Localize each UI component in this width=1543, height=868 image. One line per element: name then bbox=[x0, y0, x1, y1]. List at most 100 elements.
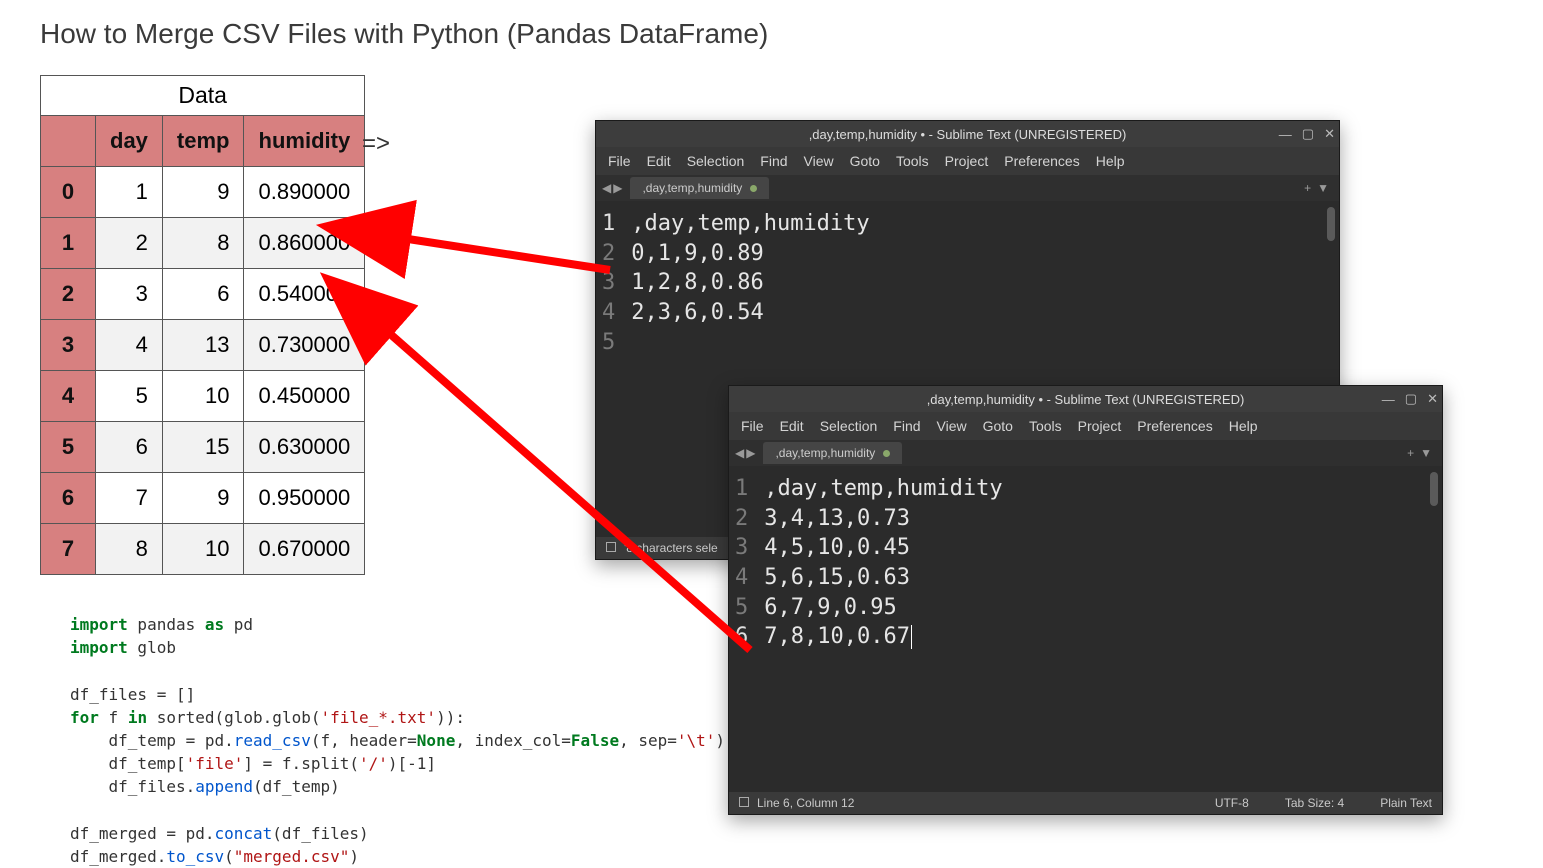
close-icon[interactable]: ✕ bbox=[1427, 391, 1438, 407]
cell-humidity: 0.860000 bbox=[244, 218, 365, 269]
cell-day: 5 bbox=[96, 371, 163, 422]
code-line: 5,6,15,0.63 bbox=[764, 563, 1002, 593]
table-caption: Data bbox=[40, 75, 365, 115]
line-number: 3 bbox=[602, 268, 615, 298]
scrollbar[interactable] bbox=[1428, 466, 1440, 792]
cell-temp: 10 bbox=[162, 371, 244, 422]
table-row: 6 7 9 0.950000 bbox=[41, 473, 365, 524]
menubar: File Edit Selection Find View Goto Tools Projec… bbox=[596, 147, 1339, 175]
tab-menu-icon[interactable]: ▼ bbox=[1420, 446, 1432, 460]
menu-goto[interactable]: Goto bbox=[983, 418, 1013, 434]
table-row: 4 5 10 0.450000 bbox=[41, 371, 365, 422]
status-square-icon bbox=[739, 797, 749, 807]
cell-day: 2 bbox=[96, 218, 163, 269]
cell-temp: 6 bbox=[162, 269, 244, 320]
editor-area[interactable]: 123456 ,day,temp,humidity3,4,13,0.734,5,… bbox=[729, 466, 1442, 792]
cell-day: 3 bbox=[96, 269, 163, 320]
menu-file[interactable]: File bbox=[608, 153, 631, 169]
cell-temp: 15 bbox=[162, 422, 244, 473]
line-number: 4 bbox=[602, 298, 615, 328]
file-tab[interactable]: ,day,temp,humidity bbox=[763, 442, 902, 464]
code-line: 3,4,13,0.73 bbox=[764, 504, 1002, 534]
cell-humidity: 0.540000 bbox=[244, 269, 365, 320]
status-indent[interactable]: Tab Size: 4 bbox=[1285, 796, 1344, 810]
tabbar: ◀▶ ,day,temp,humidity + ▼ bbox=[596, 175, 1339, 201]
tab-menu-icon[interactable]: ▼ bbox=[1317, 181, 1329, 195]
status-encoding[interactable]: UTF-8 bbox=[1215, 796, 1249, 810]
menu-selection[interactable]: Selection bbox=[687, 153, 745, 169]
menu-project[interactable]: Project bbox=[945, 153, 989, 169]
menu-goto[interactable]: Goto bbox=[850, 153, 880, 169]
row-index: 2 bbox=[41, 269, 96, 320]
menu-view[interactable]: View bbox=[804, 153, 834, 169]
row-index: 1 bbox=[41, 218, 96, 269]
titlebar[interactable]: ,day,temp,humidity • - Sublime Text (UNR… bbox=[596, 121, 1339, 147]
table-corner bbox=[41, 116, 96, 167]
menu-find[interactable]: Find bbox=[760, 153, 787, 169]
menu-file[interactable]: File bbox=[741, 418, 764, 434]
row-index: 5 bbox=[41, 422, 96, 473]
menu-edit[interactable]: Edit bbox=[647, 153, 671, 169]
status-left: Line 6, Column 12 bbox=[757, 796, 854, 810]
unsaved-dot-icon bbox=[750, 185, 757, 192]
code-line: 4,5,10,0.45 bbox=[764, 533, 1002, 563]
cell-humidity: 0.730000 bbox=[244, 320, 365, 371]
line-number: 1 bbox=[602, 209, 615, 239]
table-row: 1 2 8 0.860000 bbox=[41, 218, 365, 269]
menu-help[interactable]: Help bbox=[1096, 153, 1125, 169]
cell-humidity: 0.670000 bbox=[244, 524, 365, 575]
status-syntax[interactable]: Plain Text bbox=[1380, 796, 1432, 810]
window-title: ,day,temp,humidity • - Sublime Text (UNR… bbox=[927, 392, 1245, 407]
line-number: 4 bbox=[735, 563, 748, 593]
minimize-icon[interactable]: — bbox=[1382, 392, 1395, 407]
code-line: ,day,temp,humidity bbox=[764, 474, 1002, 504]
col-temp: temp bbox=[162, 116, 244, 167]
line-number: 1 bbox=[735, 474, 748, 504]
menu-preferences[interactable]: Preferences bbox=[1004, 153, 1079, 169]
col-day: day bbox=[96, 116, 163, 167]
close-icon[interactable]: ✕ bbox=[1324, 126, 1335, 142]
menu-selection[interactable]: Selection bbox=[820, 418, 878, 434]
new-tab-icon[interactable]: + bbox=[1407, 446, 1414, 460]
cell-temp: 10 bbox=[162, 524, 244, 575]
tab-next-icon[interactable]: ▶ bbox=[613, 181, 622, 195]
tab-prev-icon[interactable]: ◀ bbox=[602, 181, 611, 195]
line-number: 3 bbox=[735, 533, 748, 563]
table-row: 2 3 6 0.540000 bbox=[41, 269, 365, 320]
tab-prev-icon[interactable]: ◀ bbox=[735, 446, 744, 460]
menu-find[interactable]: Find bbox=[893, 418, 920, 434]
line-number: 2 bbox=[602, 239, 615, 269]
line-number: 2 bbox=[735, 504, 748, 534]
python-code-snippet: import pandas as pd import glob df_files… bbox=[70, 613, 725, 868]
menu-view[interactable]: View bbox=[937, 418, 967, 434]
page-title: How to Merge CSV Files with Python (Pand… bbox=[40, 18, 768, 50]
menubar: File Edit Selection Find View Goto Tools Projec… bbox=[729, 412, 1442, 440]
cell-day: 1 bbox=[96, 167, 163, 218]
table-row: 0 1 9 0.890000 bbox=[41, 167, 365, 218]
menu-help[interactable]: Help bbox=[1229, 418, 1258, 434]
maximize-icon[interactable]: ▢ bbox=[1302, 126, 1314, 142]
code-line: ,day,temp,humidity bbox=[631, 209, 869, 239]
file-tab[interactable]: ,day,temp,humidity bbox=[630, 177, 769, 199]
minimize-icon[interactable]: — bbox=[1279, 127, 1292, 142]
window-title: ,day,temp,humidity • - Sublime Text (UNR… bbox=[809, 127, 1127, 142]
new-tab-icon[interactable]: + bbox=[1304, 181, 1311, 195]
menu-project[interactable]: Project bbox=[1078, 418, 1122, 434]
cell-temp: 9 bbox=[162, 473, 244, 524]
code-line: 7,8,10,0.67 bbox=[764, 622, 1002, 652]
sublime-window-2: ,day,temp,humidity • - Sublime Text (UNR… bbox=[728, 385, 1443, 815]
menu-preferences[interactable]: Preferences bbox=[1137, 418, 1212, 434]
statusbar: Line 6, Column 12 UTF-8 Tab Size: 4 Plai… bbox=[729, 792, 1442, 814]
arrow-file1 bbox=[395, 237, 610, 270]
titlebar[interactable]: ,day,temp,humidity • - Sublime Text (UNR… bbox=[729, 386, 1442, 412]
line-number: 5 bbox=[735, 593, 748, 623]
menu-edit[interactable]: Edit bbox=[780, 418, 804, 434]
menu-tools[interactable]: Tools bbox=[1029, 418, 1062, 434]
maximize-icon[interactable]: ▢ bbox=[1405, 391, 1417, 407]
table-row: 5 6 15 0.630000 bbox=[41, 422, 365, 473]
cell-humidity: 0.890000 bbox=[244, 167, 365, 218]
menu-tools[interactable]: Tools bbox=[896, 153, 929, 169]
row-index: 0 bbox=[41, 167, 96, 218]
tab-label: ,day,temp,humidity bbox=[642, 181, 742, 195]
tab-next-icon[interactable]: ▶ bbox=[746, 446, 755, 460]
